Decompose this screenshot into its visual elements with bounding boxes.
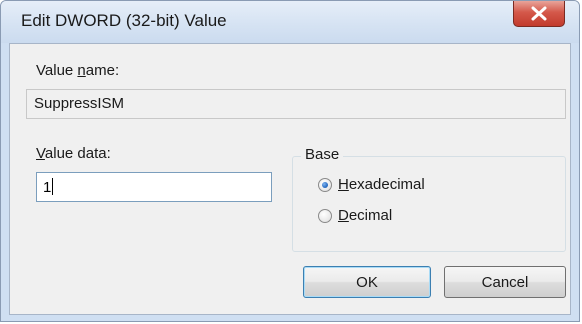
radio-hexadecimal[interactable]: Hexadecimal — [318, 176, 425, 193]
text-caret — [52, 178, 54, 195]
radio-decimal[interactable]: Decimal — [318, 207, 392, 224]
radio-hexadecimal-label: Hexadecimal — [338, 176, 425, 193]
value-name-label: Value name: — [36, 62, 120, 79]
title-bar[interactable]: Edit DWORD (32-bit) Value — [1, 1, 579, 43]
close-button[interactable] — [513, 1, 565, 27]
cancel-button[interactable]: Cancel — [444, 266, 566, 298]
radio-hexadecimal-indicator[interactable] — [318, 177, 332, 192]
dialog-body: Value name: SuppressISM Value data: 1 Ba… — [9, 43, 571, 315]
base-group-title: Base — [301, 146, 344, 163]
value-data-label: Value data: — [36, 145, 111, 162]
window-title: Edit DWORD (32-bit) Value — [21, 11, 227, 30]
value-name-field[interactable]: SuppressISM — [26, 89, 566, 119]
value-data-input[interactable]: 1 — [36, 172, 272, 202]
base-groupbox — [292, 156, 566, 252]
value-data-text: 1 — [43, 179, 52, 196]
close-icon — [531, 6, 547, 21]
radio-decimal-label: Decimal — [338, 207, 393, 224]
edit-dword-dialog: Edit DWORD (32-bit) Value Value name: Su… — [0, 0, 580, 322]
ok-button[interactable]: OK — [303, 266, 431, 298]
radio-decimal-indicator[interactable] — [318, 208, 332, 223]
